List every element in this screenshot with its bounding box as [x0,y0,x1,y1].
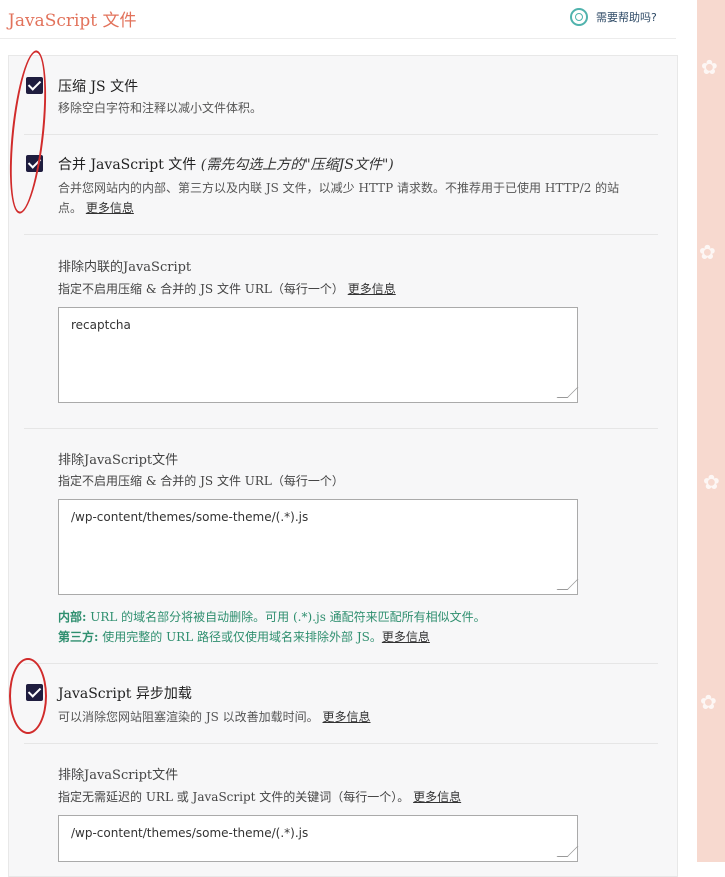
defer-js-label: JavaScript 异步加载 [58,686,192,702]
help-link[interactable]: 需要帮助吗? [570,8,657,26]
third-party-more-link[interactable]: 更多信息 [382,630,430,644]
third-party-note-text: 使用完整的 URL 路径或仅使用域名来排除外部 JS。 [98,630,382,644]
combine-js-note: (需先勾选上方的"压缩JS文件") [200,157,394,173]
defer-js-desc-row: 可以消除您网站阻塞渲染的 JS 以改善加载时间。 更多信息 [58,707,371,727]
decorative-side-strip: ✿ ✿ ✿ ✿ [697,0,725,862]
section-header: JavaScript 文件 需要帮助吗? [0,0,676,39]
exclude-files-title: 排除JavaScript文件 [58,453,179,468]
minify-js-label: 压缩 JS 文件 [58,79,139,95]
exclude-inline-desc-row: 指定不启用压缩 & 合并的 JS 文件 URL（每行一个） 更多信息 [58,280,396,297]
combine-js-more-link[interactable]: 更多信息 [86,201,134,215]
blossom-icon: ✿ [699,240,716,264]
help-lifebuoy-icon [570,8,588,26]
exclude-files-desc: 指定不启用压缩 & 合并的 JS 文件 URL（每行一个） [58,474,344,488]
defer-exclude-more-link[interactable]: 更多信息 [413,790,461,804]
red-annotation-circle [9,658,47,734]
blossom-icon: ✿ [700,690,717,714]
defer-js-more-link[interactable]: 更多信息 [323,710,371,724]
internal-note: 内部: URL 的域名部分将被自动删除。可用 (.*).js 通配符来匹配所有相… [58,606,486,628]
exclude-inline-title: 排除内联的JavaScript [58,260,192,275]
defer-js-desc: 可以消除您网站阻塞渲染的 JS 以改善加载时间。 [58,710,319,724]
combine-js-desc-end: 点。 [58,201,83,215]
combine-js-desc-line1: 合并您网站内的内部、第三方以及内联 JS 文件，以减少 HTTP 请求数。不推荐… [58,181,620,195]
defer-exclude-textarea[interactable]: /wp-content/themes/some-theme/(.*).js [58,815,578,862]
divider [24,134,658,135]
minify-js-desc: 移除空白字符和注释以减小文件体积。 [58,101,263,115]
blossom-icon: ✿ [701,55,718,79]
blossom-icon: ✿ [703,470,720,494]
internal-note-text: URL 的域名部分将被自动删除。可用 (.*).js 通配符来匹配所有相似文件。 [86,610,486,624]
third-party-note-label: 第三方: [58,630,99,644]
combine-js-label-row: 合并 JavaScript 文件 (需先勾选上方的"压缩JS文件") [58,154,394,174]
help-label: 需要帮助吗? [596,11,657,24]
defer-exclude-desc-row: 指定无需延迟的 URL 或 JavaScript 文件的关键词（每行一个）。 更… [58,788,461,805]
defer-exclude-title: 排除JavaScript文件 [58,768,179,783]
divider [24,428,658,429]
third-party-note: 第三方: 使用完整的 URL 路径或仅使用域名来排除外部 JS。更多信息 [58,626,430,648]
internal-note-label: 内部: [58,610,87,624]
exclude-inline-desc: 指定不启用压缩 & 合并的 JS 文件 URL（每行一个） [58,282,344,296]
divider [24,663,658,664]
section-title: JavaScript 文件 [8,11,137,31]
divider [24,234,658,235]
exclude-inline-more-link[interactable]: 更多信息 [348,282,396,296]
divider [24,743,658,744]
exclude-inline-textarea[interactable]: recaptcha [58,307,578,403]
combine-js-label: 合并 JavaScript 文件 [58,157,197,173]
exclude-files-textarea[interactable]: /wp-content/themes/some-theme/(.*).js [58,499,578,595]
defer-exclude-desc: 指定无需延迟的 URL 或 JavaScript 文件的关键词（每行一个）。 [58,790,410,804]
combine-js-desc-line2: 点。 更多信息 [58,198,134,218]
